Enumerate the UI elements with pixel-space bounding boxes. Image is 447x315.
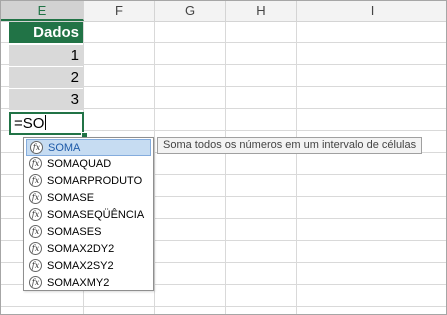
autocomplete-item-somax2sy2[interactable]: fx SOMAX2SY2 [26, 258, 151, 275]
column-header-h[interactable]: H [226, 1, 297, 21]
function-tooltip: Soma todos os números em um intervalo de… [157, 137, 423, 154]
autocomplete-item-label: SOMASES [47, 226, 102, 238]
function-icon: fx [29, 225, 42, 238]
autocomplete-item-somarproduto[interactable]: fx SOMARPRODUTO [26, 173, 151, 190]
formula-edit-cell[interactable]: =SO [9, 112, 84, 135]
column-header-g[interactable]: G [155, 1, 226, 21]
column-header-i[interactable]: I [297, 1, 446, 21]
table-header-cell[interactable]: Dados [9, 22, 83, 43]
column-header-f[interactable]: F [84, 1, 155, 21]
table-value-cell[interactable]: 3 [9, 89, 83, 110]
autocomplete-item-somasequencia[interactable]: fx SOMASEQÜÊNCIA [26, 207, 151, 224]
autocomplete-item-label: SOMAQUAD [47, 158, 112, 170]
function-autocomplete-list[interactable]: fx SOMA fx SOMAQUAD fx SOMARPRODUTO fx S… [23, 137, 154, 291]
autocomplete-item-label: SOMAX2DY2 [47, 243, 115, 255]
text-caret [45, 115, 47, 130]
autocomplete-item-somaxmy2[interactable]: fx SOMAXMY2 [26, 275, 151, 292]
function-icon: fx [29, 242, 42, 255]
function-icon: fx [29, 259, 42, 272]
autocomplete-item-somaquad[interactable]: fx SOMAQUAD [26, 156, 151, 173]
autocomplete-item-soma[interactable]: fx SOMA [26, 139, 151, 156]
autocomplete-item-label: SOMAXMY2 [47, 277, 110, 289]
gridline [296, 22, 297, 314]
column-header-e[interactable]: E [1, 1, 84, 21]
autocomplete-item-somax2dy2[interactable]: fx SOMAX2DY2 [26, 241, 151, 258]
function-icon: fx [29, 191, 42, 204]
formula-text: =SO [14, 115, 45, 132]
gridline [1, 306, 446, 307]
gridline [225, 22, 226, 314]
spreadsheet-window: E F G H I Dados 1 2 3 =SO fx SOMA fx SOM… [0, 0, 447, 315]
autocomplete-item-label: SOMASE [47, 192, 95, 204]
autocomplete-item-label: SOMARPRODUTO [47, 175, 143, 187]
autocomplete-item-somases[interactable]: fx SOMASES [26, 224, 151, 241]
autocomplete-item-label: SOMAX2SY2 [47, 260, 114, 272]
gridline [154, 22, 155, 314]
autocomplete-item-label: SOMASEQÜÊNCIA [47, 209, 145, 221]
autocomplete-item-label: SOMA [48, 142, 81, 154]
function-icon: fx [29, 208, 42, 221]
table-value-cell[interactable]: 1 [9, 45, 83, 66]
autocomplete-item-somase[interactable]: fx SOMASE [26, 190, 151, 207]
function-icon: fx [30, 141, 43, 154]
function-icon: fx [29, 174, 42, 187]
table-value-cell[interactable]: 2 [9, 67, 83, 88]
column-header-bar: E F G H I [1, 1, 446, 22]
function-icon: fx [29, 157, 42, 170]
function-icon: fx [29, 276, 42, 289]
